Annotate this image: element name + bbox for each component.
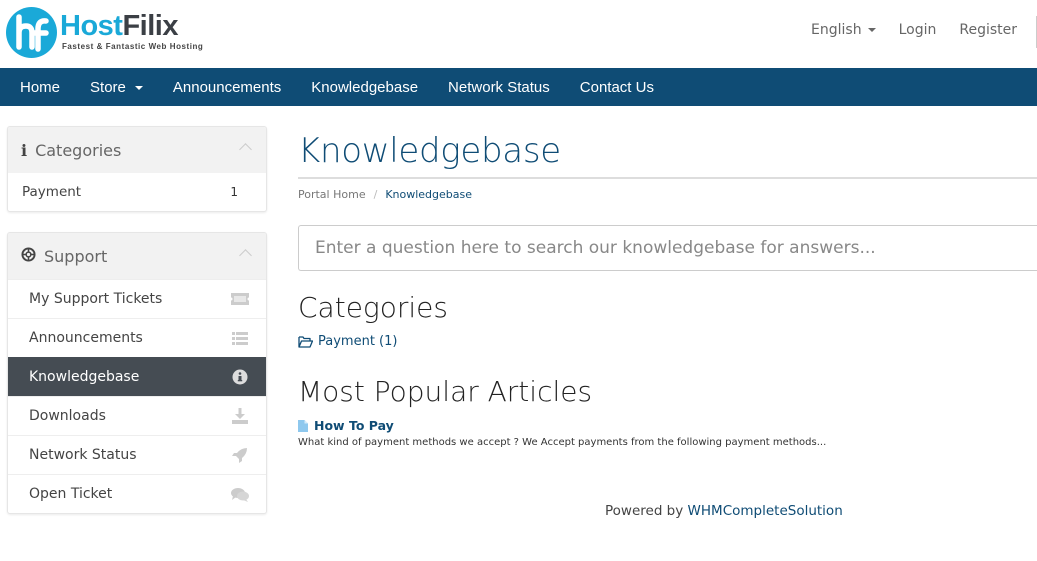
caret-down-icon bbox=[867, 28, 876, 32]
category-link-payment[interactable]: Payment (1) bbox=[298, 334, 1037, 349]
article-excerpt: What kind of payment methods we accept ?… bbox=[298, 437, 827, 448]
nav-contact-us[interactable]: Contact Us bbox=[580, 79, 654, 96]
file-icon bbox=[298, 419, 308, 432]
sidebar-item-announcements[interactable]: Announcements bbox=[8, 318, 266, 357]
language-label: English bbox=[811, 22, 862, 38]
breadcrumb-separator: / bbox=[373, 188, 378, 201]
breadcrumb: Portal Home / Knowledgebase bbox=[298, 188, 1037, 201]
logo-host: Host bbox=[60, 10, 123, 42]
categories-panel-heading[interactable]: i Categories bbox=[8, 127, 266, 173]
list-icon bbox=[230, 330, 250, 346]
sidebar-item-open-ticket[interactable]: Open Ticket bbox=[8, 474, 266, 513]
caret-down-icon bbox=[134, 85, 143, 90]
login-link[interactable]: Login bbox=[899, 22, 937, 38]
life-ring-icon bbox=[21, 246, 36, 266]
logo-mark-icon bbox=[6, 7, 57, 58]
language-dropdown[interactable]: English bbox=[788, 22, 876, 38]
kb-search-input[interactable] bbox=[315, 238, 1037, 258]
chevron-up-icon[interactable] bbox=[239, 143, 252, 156]
nav-store-label: Store bbox=[90, 78, 126, 96]
logo[interactable]: HostFilix Fastest & Fantastic Web Hostin… bbox=[6, 7, 203, 58]
info-icon: i bbox=[21, 140, 28, 160]
category-label: Payment bbox=[22, 184, 82, 200]
sidebar-item-label: Open Ticket bbox=[29, 486, 113, 502]
sidebar-item-label: Knowledgebase bbox=[29, 369, 140, 385]
sidebar-item-label: My Support Tickets bbox=[29, 291, 163, 307]
breadcrumb-portal-home[interactable]: Portal Home bbox=[298, 188, 366, 201]
support-panel: Support My Support Tickets Announcements… bbox=[7, 232, 267, 514]
nav-store[interactable]: Store bbox=[90, 79, 143, 96]
chevron-up-icon[interactable] bbox=[239, 249, 252, 262]
logo-tagline: Fastest & Fantastic Web Hosting bbox=[62, 42, 204, 51]
breadcrumb-knowledgebase[interactable]: Knowledgebase bbox=[385, 188, 472, 201]
footer: Powered by WHMCompleteSolution bbox=[605, 503, 843, 519]
footer-brand-link[interactable]: WHMCompleteSolution bbox=[688, 503, 843, 519]
nav-announcements[interactable]: Announcements bbox=[173, 79, 281, 96]
category-item-payment[interactable]: Payment 1 bbox=[8, 173, 266, 211]
nav-home[interactable]: Home bbox=[20, 79, 60, 96]
download-icon bbox=[230, 408, 250, 424]
rocket-icon bbox=[230, 447, 250, 463]
article-title: How To Pay bbox=[314, 418, 394, 433]
site-header: HostFilix Fastest & Fantastic Web Hostin… bbox=[0, 0, 1037, 68]
logo-filix: Filix bbox=[122, 10, 178, 42]
sidebar-item-downloads[interactable]: Downloads bbox=[8, 396, 266, 435]
categories-heading: Categories bbox=[298, 291, 448, 324]
info-circle-icon bbox=[230, 369, 250, 385]
sidebar-item-knowledgebase[interactable]: Knowledgebase bbox=[8, 357, 266, 396]
support-panel-title: Support bbox=[44, 246, 108, 266]
comments-icon bbox=[230, 486, 250, 502]
sidebar-item-label: Announcements bbox=[29, 330, 143, 346]
title-divider bbox=[298, 177, 1037, 179]
nav-network-status[interactable]: Network Status bbox=[448, 79, 550, 96]
categories-panel: i Categories Payment 1 bbox=[7, 126, 267, 212]
sidebar-item-my-support-tickets[interactable]: My Support Tickets bbox=[8, 279, 266, 318]
sidebar-item-label: Network Status bbox=[29, 447, 137, 463]
sidebar-item-network-status[interactable]: Network Status bbox=[8, 435, 266, 474]
main-nav: Home Store Announcements Knowledgebase N… bbox=[0, 68, 1037, 106]
support-panel-heading[interactable]: Support bbox=[8, 233, 266, 279]
kb-search-box[interactable] bbox=[298, 225, 1037, 271]
ticket-icon bbox=[230, 291, 250, 307]
footer-prefix: Powered by bbox=[605, 503, 688, 519]
register-link[interactable]: Register bbox=[959, 22, 1017, 38]
folder-open-icon bbox=[298, 335, 313, 348]
nav-knowledgebase[interactable]: Knowledgebase bbox=[311, 79, 418, 96]
category-link-label: Payment (1) bbox=[318, 334, 398, 349]
main-content: Knowledgebase Portal Home / Knowledgebase … bbox=[298, 125, 1037, 448]
article-link-how-to-pay[interactable]: How To Pay bbox=[298, 418, 1037, 433]
popular-articles-heading: Most Popular Articles bbox=[298, 375, 593, 408]
categories-panel-title: Categories bbox=[35, 140, 122, 160]
logo-name: HostFilix bbox=[60, 12, 203, 41]
category-count: 1 bbox=[230, 185, 238, 199]
sidebar-item-label: Downloads bbox=[29, 408, 106, 424]
page-title: Knowledgebase bbox=[298, 131, 561, 171]
